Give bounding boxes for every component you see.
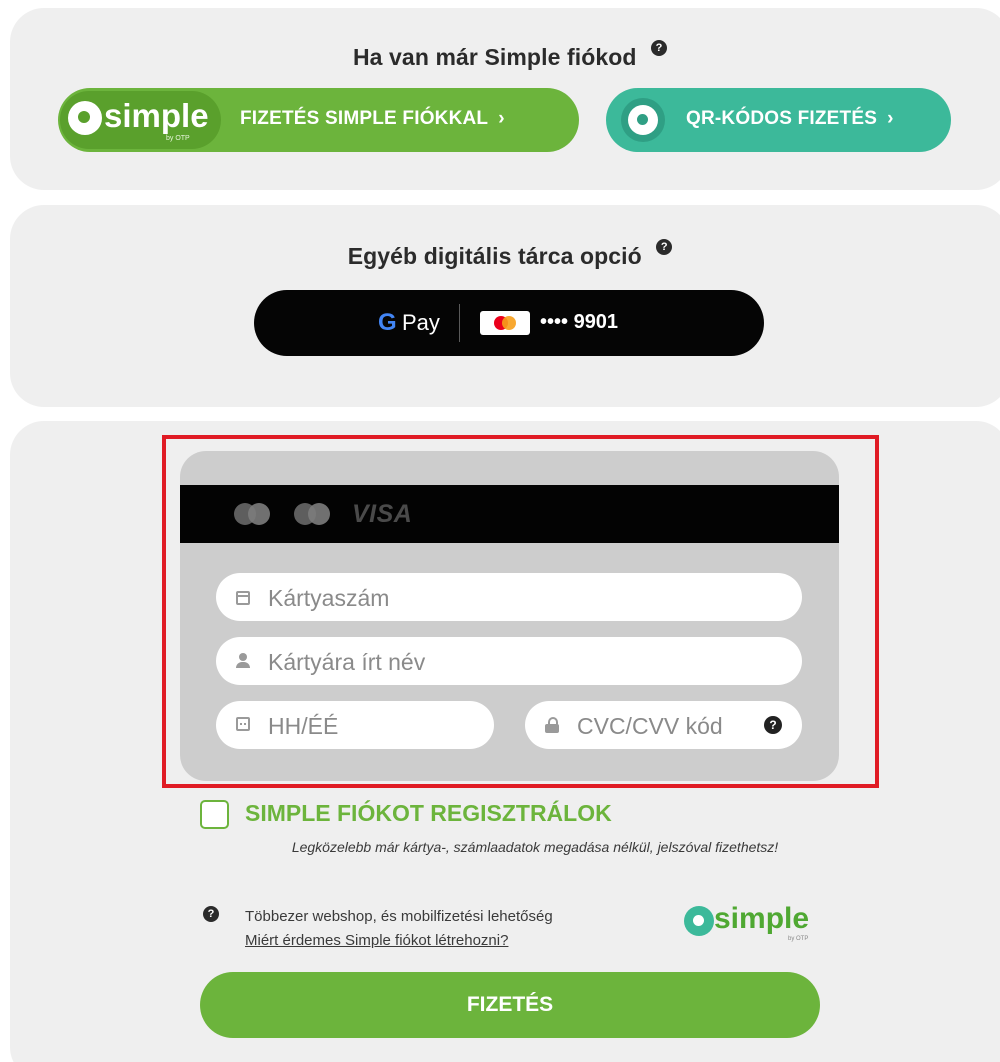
- pay-with-simple-account-text: FIZETÉS SIMPLE FIÓKKAL: [240, 108, 489, 129]
- simple-account-heading-text: Ha van már Simple fiókod: [352, 44, 637, 70]
- google-pay-label: Pay: [402, 310, 440, 335]
- digital-wallet-heading: Egyéb digitális tárca opció ?: [10, 239, 1000, 270]
- simple-logo-text: simple: [104, 97, 209, 134]
- help-icon[interactable]: ?: [203, 906, 219, 922]
- simple-benefits-text: Többezer webshop, és mobilfizetési lehet…: [245, 908, 553, 925]
- google-g-icon: G: [378, 309, 397, 336]
- highlight-frame: [162, 435, 879, 788]
- help-icon[interactable]: ?: [651, 40, 668, 56]
- simple-logo-icon: [684, 906, 714, 936]
- qr-code-payment-label: QR-KÓDOS FIZETÉS ›: [686, 108, 894, 130]
- qr-icon: [621, 98, 665, 142]
- simple-logo-icon: [68, 101, 102, 135]
- digital-wallet-heading-text: Egyéb digitális tárca opció: [347, 243, 642, 269]
- register-simple-description: Legközelebb már kártya-, számlaadatok me…: [291, 839, 779, 855]
- pay-with-simple-account-label: FIZETÉS SIMPLE FIÓKKAL ›: [240, 108, 505, 130]
- simple-logo: simple by OTP: [684, 902, 824, 942]
- chevron-right-icon: ›: [498, 108, 505, 129]
- pay-button[interactable]: FIZETÉS: [200, 972, 820, 1038]
- register-simple-label[interactable]: SIMPLE FIÓKOT REGISZTRÁLOK: [245, 800, 612, 827]
- simple-logo-sub: by OTP: [788, 936, 809, 942]
- google-pay-button[interactable]: G Pay •••• 9901: [254, 290, 764, 356]
- divider: [459, 304, 460, 342]
- chevron-right-icon: ›: [887, 108, 894, 129]
- simple-logo-text: simple: [714, 902, 810, 935]
- pay-with-simple-account-button[interactable]: simple by OTP FIZETÉS SIMPLE FIÓKKAL ›: [58, 88, 579, 152]
- why-simple-link[interactable]: Miért érdemes Simple fiókot létrehozni?: [245, 932, 508, 949]
- qr-code-payment-button[interactable]: QR-KÓDOS FIZETÉS ›: [606, 88, 951, 152]
- simple-account-heading: Ha van már Simple fiókod ?: [10, 40, 1000, 71]
- simple-logo-sub: by OTP: [166, 135, 190, 142]
- register-simple-checkbox[interactable]: [200, 800, 229, 829]
- simple-logo: simple by OTP: [60, 91, 221, 149]
- qr-code-payment-text: QR-KÓDOS FIZETÉS: [686, 108, 878, 129]
- saved-card-number: •••• 9901: [540, 311, 619, 333]
- mastercard-icon: [480, 311, 530, 335]
- help-icon[interactable]: ?: [656, 239, 673, 255]
